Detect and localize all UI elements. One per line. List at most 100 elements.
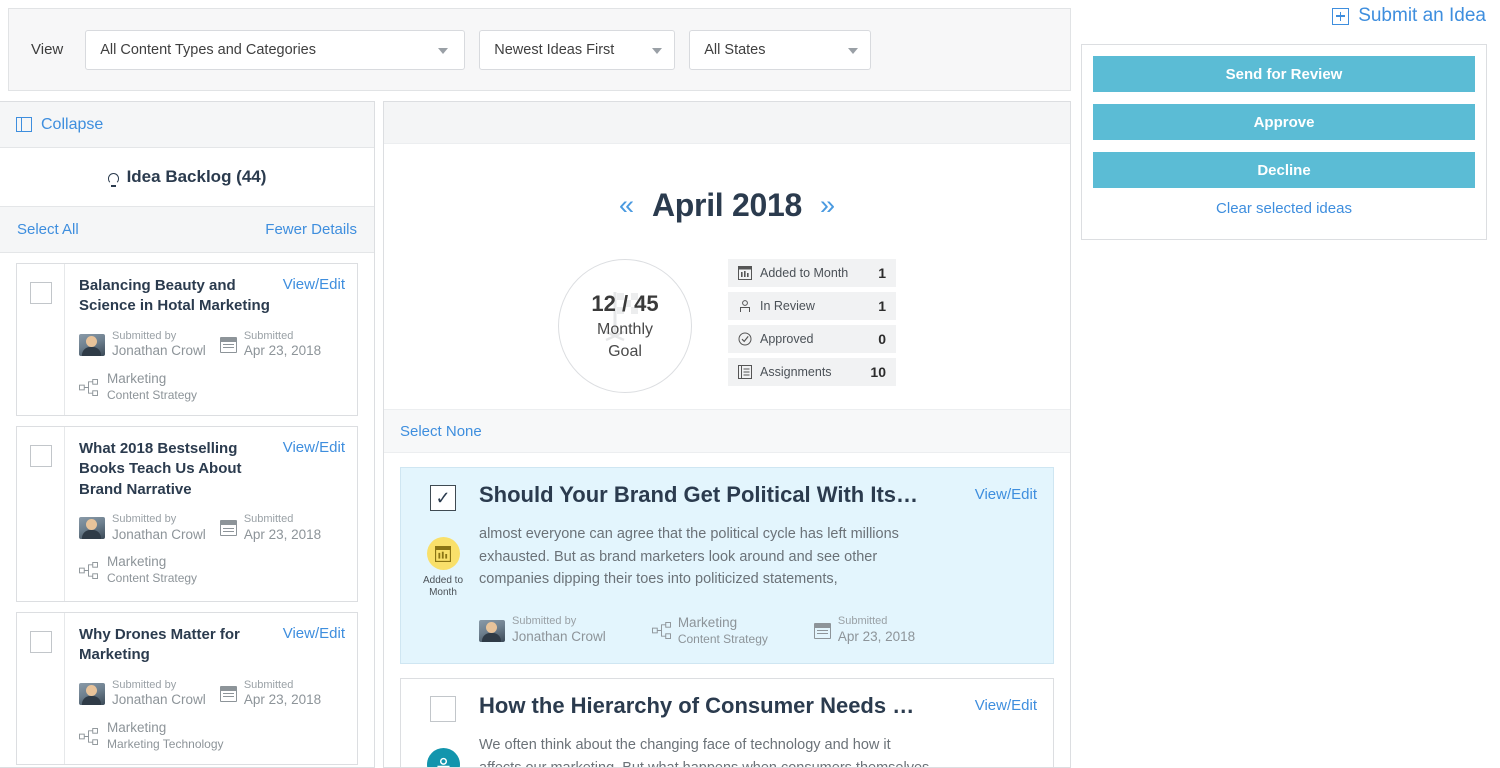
sidebar-card-title: What 2018 Bestselling Books Teach Us Abo… bbox=[79, 439, 284, 500]
chevron-down-icon bbox=[652, 48, 662, 54]
sidebar-card-author-name: Jonathan Crowl bbox=[112, 343, 206, 360]
chevron-down-icon bbox=[848, 48, 858, 54]
sidebar-card-title: Balancing Beauty and Science in Hotal Ma… bbox=[79, 276, 284, 317]
idea-card-left-rail: ✓ In Review bbox=[413, 693, 473, 768]
sidebar-card-date-value: Apr 23, 2018 bbox=[244, 527, 321, 544]
stat-added-to-month-value: 1 bbox=[878, 265, 886, 281]
fewer-details-link[interactable]: Fewer Details bbox=[265, 221, 357, 238]
select-none-link[interactable]: Select None bbox=[400, 423, 482, 440]
idea-card-excerpt: almost everyone can agree that the polit… bbox=[479, 523, 934, 590]
sidebar-card-author: Submitted by Jonathan Crowl bbox=[79, 330, 206, 361]
month-summary: 12 / 45 Monthly Goal Added to Month 1 bbox=[384, 259, 1070, 393]
month-content-panel: « April 2018 » 12 / 45 Monthly Goal bbox=[383, 101, 1071, 768]
idea-card-category-sub: Content Strategy bbox=[678, 632, 768, 646]
content-types-select-value: All Content Types and Categories bbox=[100, 42, 316, 58]
stat-added-to-month-label: Added to Month bbox=[760, 266, 870, 280]
collapse-button[interactable]: Collapse bbox=[0, 102, 374, 148]
avatar bbox=[79, 683, 105, 705]
month-stats-list: Added to Month 1 In Review 1 Approved 0 bbox=[728, 259, 896, 391]
sidebar-card-checkbox[interactable] bbox=[30, 445, 52, 467]
idea-card[interactable]: ✓ In Review How the Hierarchy of Consume… bbox=[400, 678, 1054, 768]
sidebar-card-category-top: Marketing bbox=[107, 371, 197, 388]
sidebar-card-date-value: Apr 23, 2018 bbox=[244, 692, 321, 709]
sidebar-card-date-value: Apr 23, 2018 bbox=[244, 343, 321, 360]
calendar-icon bbox=[814, 623, 831, 639]
sidebar-card-checkbox[interactable] bbox=[30, 631, 52, 653]
sidebar-card-view-edit-link[interactable]: View/Edit bbox=[283, 276, 345, 293]
sidebar-card-category: Marketing Content Strategy bbox=[79, 371, 345, 403]
sidebar-card-category: Marketing Content Strategy bbox=[79, 554, 345, 586]
sidebar-idea-card[interactable]: Balancing Beauty and Science in Hotal Ma… bbox=[16, 263, 358, 416]
idea-card-excerpt: We often think about the changing face o… bbox=[479, 734, 934, 768]
filter-bar: View All Content Types and Categories Ne… bbox=[8, 8, 1071, 91]
calendar-icon bbox=[220, 520, 237, 536]
sidebar-idea-card[interactable]: What 2018 Bestselling Books Teach Us Abo… bbox=[16, 426, 358, 602]
previous-month-button[interactable]: « bbox=[619, 192, 634, 219]
sort-order-select[interactable]: Newest Ideas First bbox=[479, 30, 675, 70]
stat-in-review: In Review 1 bbox=[728, 292, 896, 320]
idea-card-status-label: Added to Month bbox=[413, 575, 473, 599]
collapse-label: Collapse bbox=[41, 116, 103, 134]
submitted-label: Submitted bbox=[244, 513, 321, 527]
submitted-by-label: Submitted by bbox=[112, 513, 206, 527]
stat-assignments-label: Assignments bbox=[760, 365, 862, 379]
idea-backlog-title-label: Idea Backlog (44) bbox=[127, 167, 267, 187]
stat-assignments-value: 10 bbox=[870, 364, 886, 380]
calendar-icon bbox=[220, 686, 237, 702]
sidebar-card-date: Submitted Apr 23, 2018 bbox=[220, 330, 321, 361]
idea-card-checkbox[interactable]: ✓ bbox=[430, 696, 456, 722]
submitted-label: Submitted bbox=[838, 615, 915, 629]
sidebar-card-view-edit-link[interactable]: View/Edit bbox=[283, 625, 345, 642]
send-for-review-button[interactable]: Send for Review bbox=[1093, 56, 1475, 92]
select-all-link[interactable]: Select All bbox=[17, 221, 79, 238]
sidebar-card-date: Submitted Apr 23, 2018 bbox=[220, 679, 321, 710]
idea-card-author: Submitted by Jonathan Crowl bbox=[479, 615, 606, 646]
submit-an-idea-label: Submit an Idea bbox=[1358, 5, 1486, 27]
idea-card-left-rail: ✓ Added to Month bbox=[413, 482, 473, 647]
sidebar-idea-card[interactable]: Why Drones Matter for Marketing View/Edi… bbox=[16, 612, 358, 765]
idea-card-view-edit-link[interactable]: View/Edit bbox=[975, 697, 1037, 714]
sitemap-icon bbox=[79, 728, 98, 745]
next-month-button[interactable]: » bbox=[820, 192, 835, 219]
chevron-down-icon bbox=[438, 48, 448, 54]
sidebar-select-bar: Select All Fewer Details bbox=[0, 207, 374, 253]
idea-card-date: Submitted Apr 23, 2018 bbox=[814, 615, 915, 646]
stat-added-to-month: Added to Month 1 bbox=[728, 259, 896, 287]
stat-approved-label: Approved bbox=[760, 332, 870, 346]
states-select[interactable]: All States bbox=[689, 30, 871, 70]
in-review-icon bbox=[427, 748, 460, 768]
idea-card-checkbox[interactable]: ✓ bbox=[430, 485, 456, 511]
stat-in-review-label: In Review bbox=[760, 299, 870, 313]
review-person-icon bbox=[738, 299, 752, 313]
chart-icon bbox=[738, 266, 752, 280]
monthly-goal-label-line2: Goal bbox=[608, 343, 642, 361]
decline-button[interactable]: Decline bbox=[1093, 152, 1475, 188]
idea-card-status: In Review bbox=[421, 748, 465, 768]
panel-collapse-icon bbox=[16, 117, 32, 132]
idea-card-selected[interactable]: ✓ Added to Month Should Your Brand Get P… bbox=[400, 467, 1054, 664]
sidebar-card-checkbox-cell bbox=[17, 427, 65, 601]
sitemap-icon bbox=[79, 562, 98, 579]
content-types-select[interactable]: All Content Types and Categories bbox=[85, 30, 465, 70]
plus-box-icon bbox=[1332, 8, 1349, 25]
idea-card-category: Marketing Content Strategy bbox=[652, 615, 768, 647]
sidebar-card-category: Marketing Marketing Technology bbox=[79, 720, 345, 752]
approve-button[interactable]: Approve bbox=[1093, 104, 1475, 140]
avatar bbox=[79, 517, 105, 539]
idea-card-category-top: Marketing bbox=[678, 615, 768, 632]
calendar-icon bbox=[220, 337, 237, 353]
monthly-goal-value: 12 / 45 bbox=[591, 291, 658, 317]
idea-card-view-edit-link[interactable]: View/Edit bbox=[975, 486, 1037, 503]
check-circle-icon bbox=[738, 332, 752, 346]
clear-selected-ideas-link[interactable]: Clear selected ideas bbox=[1093, 200, 1475, 217]
sidebar-card-checkbox[interactable] bbox=[30, 282, 52, 304]
avatar bbox=[79, 334, 105, 356]
monthly-goal-gauge: 12 / 45 Monthly Goal bbox=[558, 259, 692, 393]
submit-an-idea-link[interactable]: Submit an Idea bbox=[1332, 5, 1486, 27]
idea-card-body: Should Your Brand Get Political With Its… bbox=[473, 482, 1037, 647]
monthly-goal-label-line1: Monthly bbox=[597, 321, 653, 339]
idea-card-status: Added to Month bbox=[413, 537, 473, 599]
submitted-label: Submitted bbox=[244, 679, 321, 693]
stat-assignments: Assignments 10 bbox=[728, 358, 896, 386]
sidebar-card-view-edit-link[interactable]: View/Edit bbox=[283, 439, 345, 456]
